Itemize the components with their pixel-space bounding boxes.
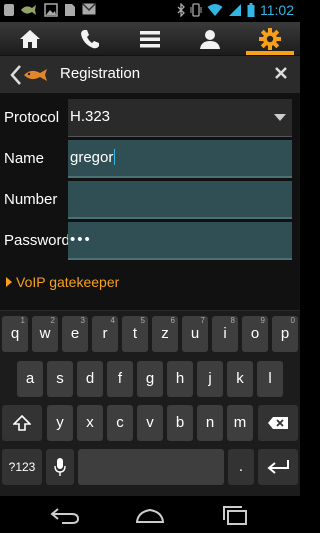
list-icon	[140, 30, 160, 47]
phone-icon	[81, 29, 99, 48]
bluetooth-icon	[177, 3, 185, 17]
key-p[interactable]: p0	[272, 316, 298, 352]
tab-list[interactable]	[120, 22, 180, 55]
screen-header: Registration	[0, 56, 300, 94]
name-field[interactable]: gregor	[68, 140, 292, 178]
protocol-label: Protocol	[4, 109, 60, 126]
voip-gatekeeper-label: VoIP gatekeeper	[16, 274, 120, 290]
registration-form: Protocol H.323 Name gregor Number Passwo…	[0, 94, 300, 310]
key-q[interactable]: q1	[2, 316, 28, 352]
name-row: Name gregor	[0, 140, 300, 178]
password-value: •••	[70, 231, 92, 248]
key-o[interactable]: o9	[242, 316, 268, 352]
soft-keyboard: q1 w2 e3 r4 t5 z6 u7 i8 o9 p0 a s d f g …	[0, 310, 300, 496]
key-z[interactable]: z6	[152, 316, 178, 352]
close-button[interactable]	[272, 65, 290, 83]
shift-key[interactable]	[2, 405, 42, 441]
key-l[interactable]: l	[257, 361, 283, 397]
enter-icon	[267, 460, 289, 474]
backspace-key[interactable]	[258, 405, 298, 441]
image-icon	[44, 3, 58, 17]
fish-logo-icon	[24, 69, 47, 81]
key-w[interactable]: w2	[32, 316, 58, 352]
shift-icon	[12, 414, 32, 431]
key-c[interactable]: c	[107, 405, 133, 441]
tab-phone[interactable]	[60, 22, 120, 55]
nav-back-button[interactable]	[50, 505, 80, 525]
name-label: Name	[4, 150, 45, 167]
key-u[interactable]: u7	[182, 316, 208, 352]
notification-icon	[4, 4, 14, 16]
enter-key[interactable]	[258, 449, 298, 485]
chevron-left-icon	[10, 65, 21, 85]
password-row: Password •••	[0, 222, 300, 260]
key-a[interactable]: a	[17, 361, 43, 397]
symbols-key[interactable]: ?123	[2, 449, 42, 485]
key-j[interactable]: j	[197, 361, 223, 397]
nav-recents-button[interactable]	[220, 505, 250, 525]
expand-triangle-icon	[6, 277, 12, 287]
close-icon	[275, 67, 287, 79]
system-nav-bar	[0, 496, 300, 533]
tab-home[interactable]	[0, 22, 60, 55]
text-cursor	[114, 149, 116, 165]
nav-home-button[interactable]	[135, 505, 165, 525]
battery-icon	[247, 3, 255, 17]
space-key[interactable]	[78, 449, 224, 485]
key-r[interactable]: r4	[92, 316, 118, 352]
key-b[interactable]: b	[167, 405, 193, 441]
key-i[interactable]: i8	[212, 316, 238, 352]
file-icon	[65, 4, 75, 16]
fish-icon	[21, 5, 36, 15]
protocol-row: Protocol H.323	[0, 99, 300, 137]
name-value: gregor	[70, 149, 114, 166]
key-d[interactable]: d	[77, 361, 103, 397]
tab-settings[interactable]	[240, 22, 300, 55]
key-y[interactable]: y	[47, 405, 73, 441]
clock: 11:02	[260, 2, 294, 18]
number-row: Number	[0, 181, 300, 219]
period-key[interactable]: .	[228, 449, 254, 485]
number-label: Number	[4, 191, 58, 208]
key-e[interactable]: e3	[62, 316, 88, 352]
person-icon	[200, 29, 220, 49]
key-t[interactable]: t5	[122, 316, 148, 352]
key-g[interactable]: g	[137, 361, 163, 397]
key-x[interactable]: x	[77, 405, 103, 441]
key-m[interactable]: m	[227, 405, 253, 441]
gear-icon	[259, 27, 281, 50]
key-h[interactable]: h	[167, 361, 193, 397]
number-field[interactable]	[68, 181, 292, 219]
voice-input-key[interactable]	[46, 449, 74, 485]
tab-bar	[0, 22, 300, 56]
protocol-value: H.323	[70, 108, 111, 125]
gmail-icon	[82, 3, 96, 15]
voip-gatekeeper-expander[interactable]: VoIP gatekeeper	[6, 274, 119, 290]
home-nav-icon	[135, 508, 165, 523]
password-label: Password	[4, 232, 70, 249]
status-bar: 11:02	[0, 0, 300, 22]
signal-icon	[229, 4, 241, 16]
backspace-icon	[268, 417, 288, 429]
microphone-icon	[54, 458, 66, 476]
key-v[interactable]: v	[137, 405, 163, 441]
key-s[interactable]: s	[47, 361, 73, 397]
protocol-select[interactable]: H.323	[68, 99, 292, 137]
page-title: Registration	[60, 65, 141, 82]
recents-icon	[223, 506, 247, 525]
back-button[interactable]	[10, 63, 50, 87]
tab-contacts[interactable]	[180, 22, 240, 55]
wifi-icon	[207, 4, 223, 16]
password-field[interactable]: •••	[68, 222, 292, 260]
back-arrow-icon	[50, 508, 80, 524]
key-f[interactable]: f	[107, 361, 133, 397]
vibrate-icon	[190, 3, 202, 17]
key-k[interactable]: k	[227, 361, 253, 397]
home-icon	[20, 29, 40, 48]
dropdown-arrow-icon	[274, 114, 286, 121]
key-n[interactable]: n	[197, 405, 223, 441]
